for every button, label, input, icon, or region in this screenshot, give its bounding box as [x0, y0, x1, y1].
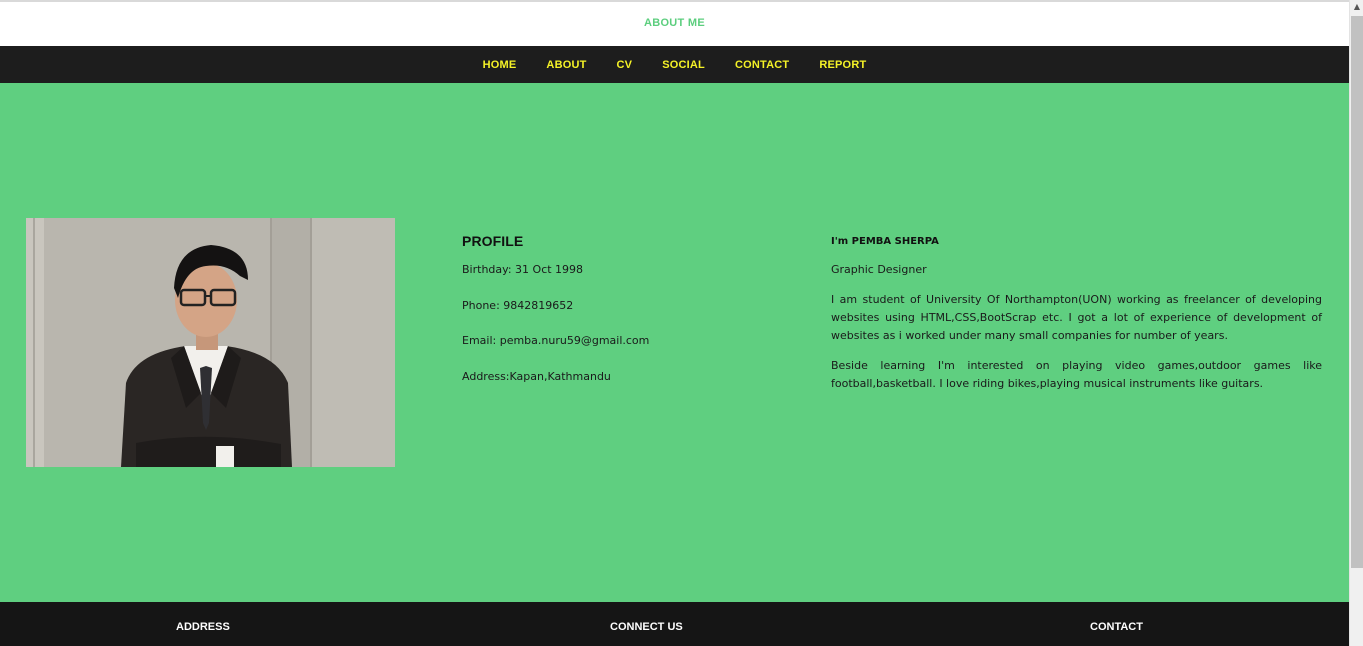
- top-header: ABOUT ME: [0, 0, 1349, 46]
- nav-report[interactable]: REPORT: [804, 59, 881, 71]
- bio-paragraph-2: Beside learning I'm interested on playin…: [831, 359, 1322, 390]
- profile-phone: Phone: 9842819652: [462, 298, 574, 312]
- profile-birthday: Birthday: 31 Oct 1998: [462, 263, 584, 276]
- nav-home[interactable]: HOME: [468, 59, 532, 71]
- bio-block: I'm PEMBA SHERPA Graphic Designer I am s…: [831, 233, 1322, 405]
- profile-heading: PROFILE: [462, 233, 524, 249]
- nav-list: HOME ABOUT CV SOCIAL CONTACT REPORT: [468, 59, 882, 71]
- bio-paragraph-1: I am student of University Of Northampto…: [831, 293, 1322, 342]
- profile-details: PROFILE Birthday: 31 Oct 1998 Phone: 984…: [462, 233, 792, 405]
- scroll-up-arrow-icon[interactable]: ▲: [1352, 2, 1362, 12]
- nav-contact[interactable]: CONTACT: [720, 59, 804, 71]
- profile-email: Email: pemba.nuru59@gmail.com: [462, 334, 650, 347]
- nav-cv[interactable]: CV: [602, 59, 648, 71]
- footer-contact-heading: CONTACT: [1090, 621, 1143, 633]
- footer: ADDRESS CONNECT US CONTACT: [0, 602, 1349, 646]
- footer-address-heading: ADDRESS: [176, 621, 230, 633]
- page-title: ABOUT ME: [643, 17, 706, 29]
- scrollbar-thumb[interactable]: [1351, 16, 1363, 568]
- profile-photo-illustration: [26, 218, 395, 467]
- nav-social[interactable]: SOCIAL: [647, 59, 720, 71]
- bio-name: I'm PEMBA SHERPA: [831, 236, 939, 247]
- profile-photo: [26, 218, 395, 467]
- main-nav: HOME ABOUT CV SOCIAL CONTACT REPORT: [0, 46, 1349, 83]
- nav-about[interactable]: ABOUT: [531, 59, 601, 71]
- vertical-scrollbar[interactable]: ▲: [1349, 0, 1363, 646]
- profile-address: Address:Kapan,Kathmandu: [462, 369, 611, 383]
- about-section: PROFILE Birthday: 31 Oct 1998 Phone: 984…: [0, 83, 1349, 602]
- footer-connect-heading: CONNECT US: [610, 621, 683, 633]
- bio-role: Graphic Designer: [831, 263, 927, 276]
